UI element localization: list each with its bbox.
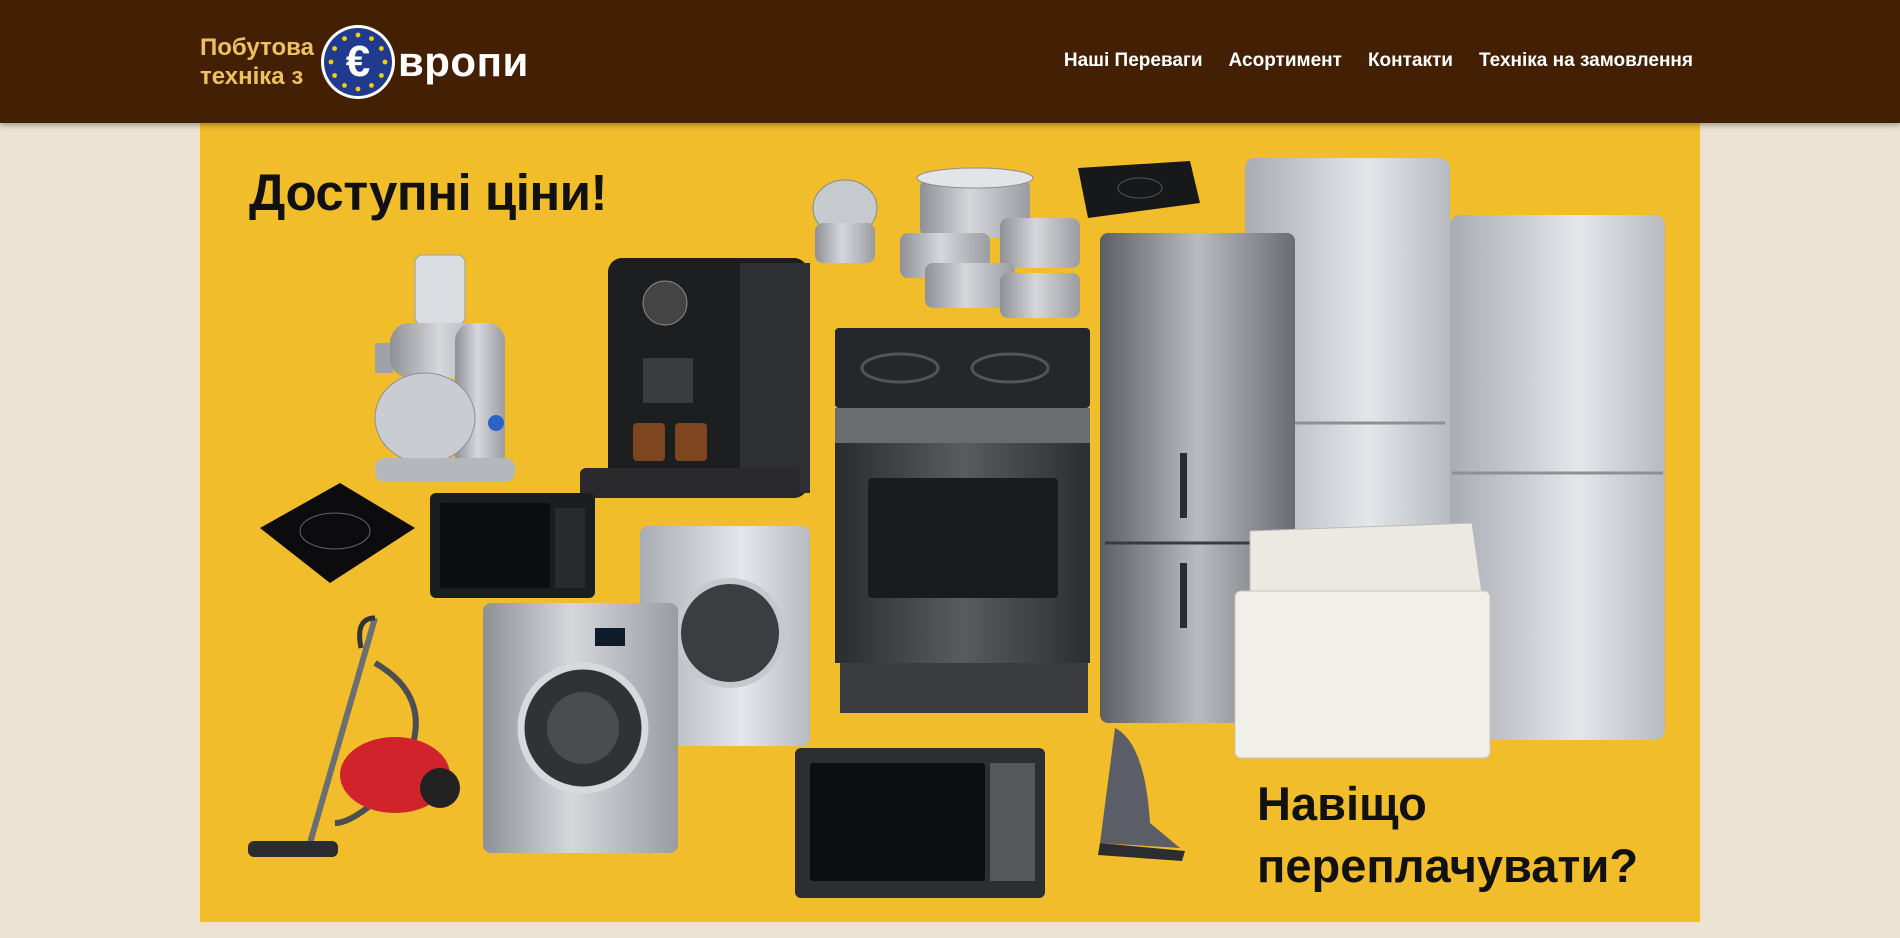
nav-advantages[interactable]: Наші Переваги [1064, 50, 1203, 72]
portable-induction-icon [260, 483, 415, 583]
nav-contacts[interactable]: Контакти [1368, 50, 1453, 72]
main-nav: Наші Переваги Асортимент Контакти Технік… [1038, 50, 1693, 72]
site-logo[interactable]: Побутова техніка з € вропи [200, 24, 529, 100]
logo-line-1: Побутова [200, 34, 314, 61]
euro-symbol: € [346, 37, 370, 86]
logo-text: Побутова техніка з [200, 33, 314, 91]
tagline-line-2: переплачувати? [1257, 839, 1639, 892]
coffee-machine-icon [580, 258, 810, 498]
electric-stove-icon [835, 328, 1090, 713]
euro-stars-icon: € [320, 25, 395, 99]
iron-icon [1098, 728, 1185, 861]
site-header: Побутова техніка з € вропи Наші Переваги… [0, 0, 1900, 123]
nav-assortment[interactable]: Асортимент [1229, 50, 1342, 72]
tagline-line-1: Навіщо [1257, 777, 1427, 830]
hero-banner: Доступні ціни! Навіщо переплачувати? [200, 123, 1700, 922]
banner-headline: Доступні ціни! [249, 164, 608, 221]
logo-tail: вропи [397, 38, 529, 85]
induction-hob-icon [1078, 161, 1200, 218]
nav-custom-order[interactable]: Техніка на замовлення [1479, 50, 1693, 72]
chest-freezer-icon [1234, 522, 1491, 759]
logo-line-2: техніка з [200, 63, 304, 90]
banner-tagline: Навіщо переплачувати? [1257, 773, 1638, 897]
cookware-set-icon [812, 167, 1080, 318]
vacuum-cleaner-icon [248, 615, 460, 857]
food-processor-icon [374, 254, 515, 482]
